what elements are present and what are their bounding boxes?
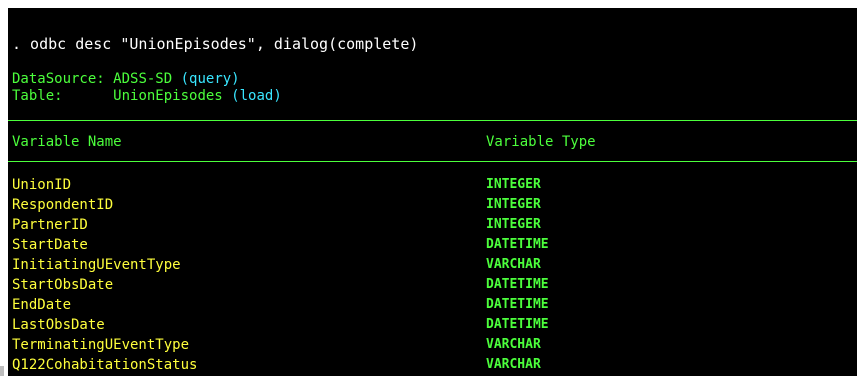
- table-line: Table: UnionEpisodes (load): [12, 87, 282, 105]
- header-variable-type: Variable Type: [486, 134, 596, 150]
- variable-name: UnionID: [12, 177, 72, 193]
- variable-name: InitiatingUEventType: [12, 257, 181, 273]
- variable-name: RespondentID: [12, 197, 114, 213]
- variable-name: PartnerID: [12, 217, 88, 233]
- variable-type: INTEGER: [486, 217, 541, 232]
- variable-name: TerminatingUEventType: [12, 337, 190, 353]
- results-window[interactable]: . odbc desc "UnionEpisodes", dialog(comp…: [8, 8, 857, 376]
- top-divider: [8, 120, 857, 121]
- datasource-name: ADSS-SD: [113, 71, 173, 87]
- datasource-query-link[interactable]: (query): [181, 71, 240, 87]
- window-frame: . odbc desc "UnionEpisodes", dialog(comp…: [0, 0, 857, 380]
- datasource-line: DataSource: ADSS-SD (query): [12, 70, 240, 88]
- variable-type: VARCHAR: [486, 257, 541, 272]
- table-row: UnionID INTEGER: [8, 175, 857, 195]
- table-row: RespondentID INTEGER: [8, 195, 857, 215]
- table-load-link[interactable]: (load): [231, 88, 282, 104]
- table-row: PartnerID INTEGER: [8, 215, 857, 235]
- table-row: StartDate DATETIME: [8, 235, 857, 255]
- variable-name: EndDate: [12, 297, 72, 313]
- variable-type: INTEGER: [486, 197, 541, 212]
- datasource-label: DataSource:: [12, 71, 105, 87]
- command-line: . odbc desc "UnionEpisodes", dialog(comp…: [12, 35, 419, 53]
- table-label: Table:: [12, 88, 63, 104]
- table-row: TerminatingUEventType VARCHAR: [8, 335, 857, 355]
- header-variable-name: Variable Name: [12, 134, 122, 150]
- variable-list: UnionID INTEGER RespondentID INTEGER Par…: [8, 175, 857, 375]
- variable-name: StartObsDate: [12, 277, 114, 293]
- table-row: Q122CohabitationStatus VARCHAR: [8, 355, 857, 375]
- table-row: StartObsDate DATETIME: [8, 275, 857, 295]
- table-name: UnionEpisodes: [113, 88, 223, 104]
- variable-name: LastObsDate: [12, 317, 105, 333]
- variable-type: VARCHAR: [486, 337, 541, 352]
- variable-type: VARCHAR: [486, 357, 541, 372]
- variable-name: StartDate: [12, 237, 88, 253]
- variable-type: INTEGER: [486, 177, 541, 192]
- resize-grip[interactable]: [0, 366, 4, 376]
- header-divider: [8, 161, 857, 162]
- variable-type: DATETIME: [486, 317, 549, 332]
- variable-type: DATETIME: [486, 297, 549, 312]
- variable-type: DATETIME: [486, 237, 549, 252]
- table-row: EndDate DATETIME: [8, 295, 857, 315]
- variable-name: Q122CohabitationStatus: [12, 357, 198, 373]
- table-row: InitiatingUEventType VARCHAR: [8, 255, 857, 275]
- table-row: LastObsDate DATETIME: [8, 315, 857, 335]
- variable-type: DATETIME: [486, 277, 549, 292]
